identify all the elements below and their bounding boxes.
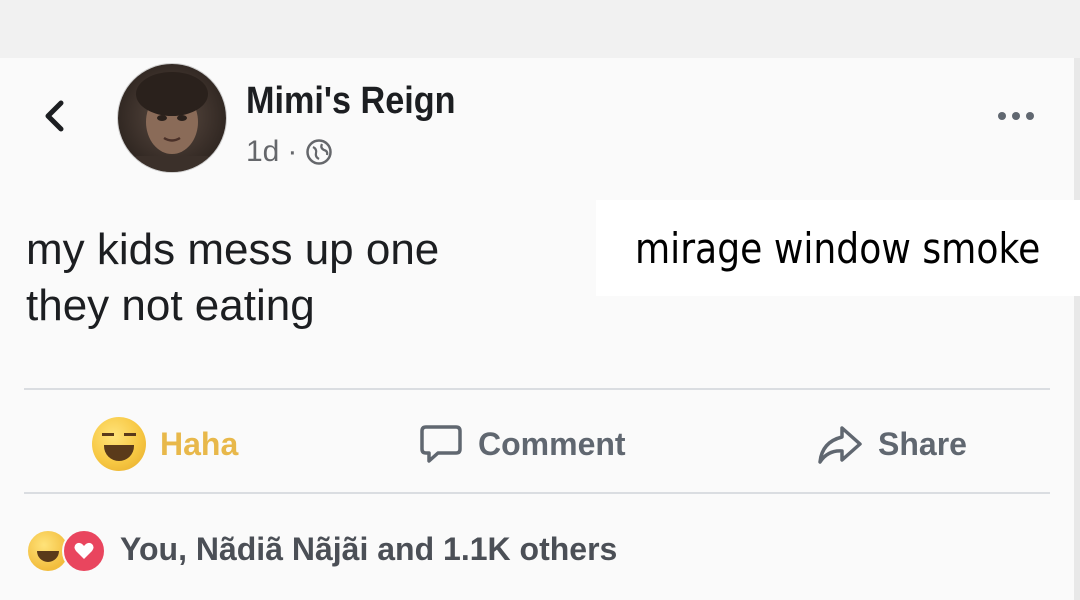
haha-mouth bbox=[104, 445, 134, 461]
share-button[interactable]: Share bbox=[816, 414, 967, 474]
divider-bottom bbox=[24, 492, 1050, 494]
comment-label: Comment bbox=[478, 425, 626, 462]
more-icon-dot bbox=[1012, 112, 1020, 120]
avatar-photo bbox=[136, 72, 208, 172]
haha-label: Haha bbox=[160, 425, 239, 462]
back-button[interactable] bbox=[38, 96, 70, 136]
comment-icon bbox=[420, 425, 462, 463]
haha-eye bbox=[102, 433, 114, 444]
page-edge bbox=[1074, 58, 1080, 600]
more-icon-dot bbox=[998, 112, 1006, 120]
meta-separator: · bbox=[287, 135, 298, 168]
overlay-caption: mirage window smoke bbox=[596, 200, 1080, 296]
post-time[interactable]: 1d bbox=[246, 135, 279, 169]
more-icon-dot bbox=[1026, 112, 1034, 120]
author-avatar[interactable] bbox=[118, 64, 226, 172]
top-strip bbox=[0, 0, 1080, 58]
globe-icon[interactable] bbox=[305, 138, 333, 166]
post-text-line: my kids mess up one bbox=[26, 225, 440, 274]
overlay-caption-text: mirage window smoke bbox=[635, 223, 1041, 273]
comment-button[interactable]: Comment bbox=[418, 414, 626, 474]
post-meta: 1d · bbox=[246, 134, 333, 170]
share-label: Share bbox=[878, 425, 967, 462]
reaction-icons bbox=[26, 527, 108, 573]
divider-top bbox=[24, 388, 1050, 390]
author-name[interactable]: Mimi's Reign bbox=[246, 80, 456, 123]
haha-button[interactable]: Haha bbox=[92, 414, 238, 474]
chevron-left-icon bbox=[45, 100, 64, 132]
love-icon bbox=[62, 529, 106, 573]
post-text: my kids mess up one they not eating bbox=[26, 222, 586, 334]
post-text-line: they not eating bbox=[26, 281, 315, 330]
reaction-summary-text: You, Nãdiã Nãjãi and 1.1K others bbox=[120, 530, 618, 567]
share-icon bbox=[818, 426, 862, 464]
reaction-summary[interactable]: You, Nãdiã Nãjãi and 1.1K others bbox=[26, 520, 617, 578]
haha-icon bbox=[92, 417, 146, 471]
haha-eye bbox=[124, 433, 136, 444]
more-options-button[interactable] bbox=[988, 104, 1044, 128]
